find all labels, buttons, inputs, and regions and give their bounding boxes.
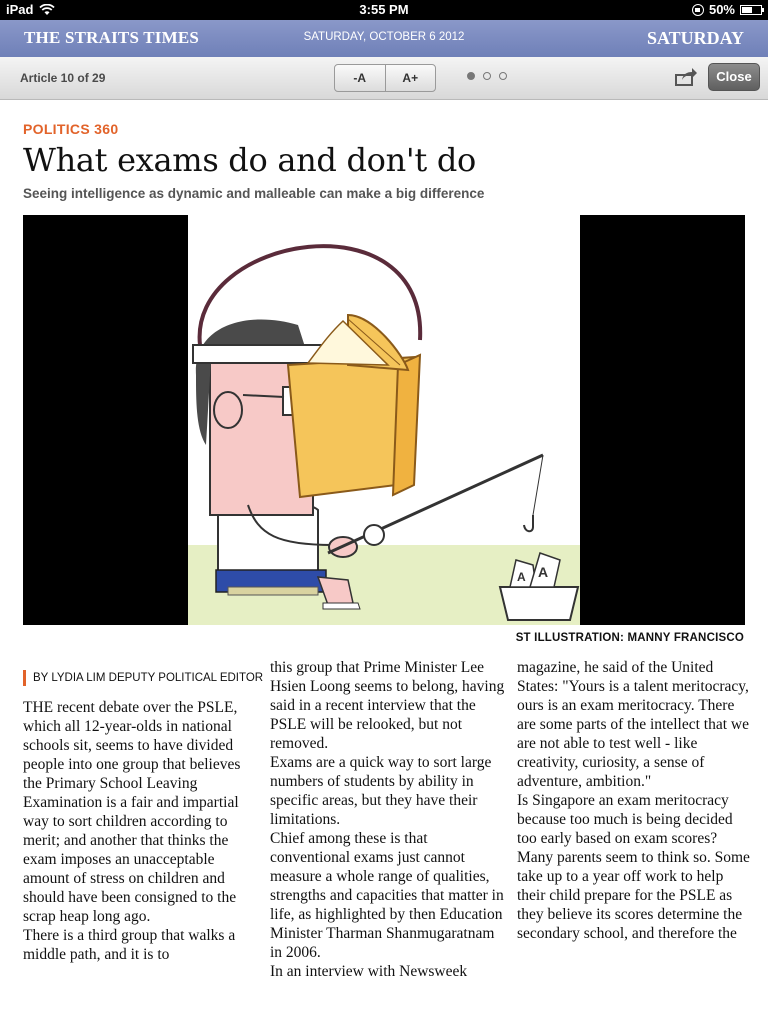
grade-a-mark: A xyxy=(538,564,548,580)
rotation-lock-icon xyxy=(691,3,704,16)
page-dot[interactable] xyxy=(483,72,491,80)
font-decrease-button[interactable]: -A xyxy=(335,65,386,91)
issue-day: SATURDAY xyxy=(646,28,744,48)
paragraph: In an interview with Newsweek xyxy=(270,963,468,980)
article-headline: What exams do and don't do xyxy=(23,141,477,179)
page-dot[interactable] xyxy=(467,72,475,80)
paragraph: Exams are a quick way to sort large numb… xyxy=(270,754,492,828)
byline: BY LYDIA LIM DEPUTY POLITICAL EDITOR xyxy=(23,670,263,686)
paragraph: Chief among these is that conventional e… xyxy=(270,830,504,961)
battery-percent: 50% xyxy=(708,2,735,17)
paragraph: Many parents seem to think so. Some take… xyxy=(517,849,750,942)
paragraph: THE recent debate over the PSLE, which a… xyxy=(23,699,241,925)
paragraph: this group that Prime Minister Lee Hsien… xyxy=(270,659,505,752)
article-column-3: magazine, he said of the United States: … xyxy=(517,658,755,943)
article-illustration: A A xyxy=(188,215,580,625)
article-column-1: THE recent debate over the PSLE, which a… xyxy=(23,698,261,964)
page-indicator[interactable] xyxy=(467,72,507,80)
close-button[interactable]: Close xyxy=(708,63,760,91)
battery-fill xyxy=(742,6,752,13)
status-time: 3:55 PM xyxy=(359,2,409,17)
battery-icon xyxy=(740,4,764,15)
article-subhead: Seeing intelligence as dynamic and malle… xyxy=(23,186,485,201)
reader-toolbar: Article 10 of 29 -A A+ Close xyxy=(0,57,768,100)
masthead: THE STRAITS TIMES SATURDAY, OCTOBER 6 20… xyxy=(0,20,768,57)
grade-a-mark: A xyxy=(517,570,526,584)
font-increase-button[interactable]: A+ xyxy=(386,65,436,91)
fishing-boy-illustration: A A xyxy=(188,244,580,625)
article-column-2: this group that Prime Minister Lee Hsien… xyxy=(270,658,508,981)
paragraph: Is Singapore an exam meritocracy because… xyxy=(517,792,733,847)
illustration-frame[interactable]: A A xyxy=(23,215,745,625)
status-bar: iPad 3:55 PM 50% xyxy=(0,0,768,20)
article-counter: Article 10 of 29 xyxy=(20,71,106,85)
paragraph: There is a third group that walks a midd… xyxy=(23,927,236,963)
share-icon[interactable] xyxy=(674,67,698,87)
image-caption: ST ILLUSTRATION: MANNY FRANCISCO xyxy=(515,632,744,644)
page-dot[interactable] xyxy=(499,72,507,80)
font-size-control: -A A+ xyxy=(334,64,436,92)
paragraph: magazine, he said of the United States: … xyxy=(517,659,749,790)
section-label: POLITICS 360 xyxy=(23,121,119,137)
